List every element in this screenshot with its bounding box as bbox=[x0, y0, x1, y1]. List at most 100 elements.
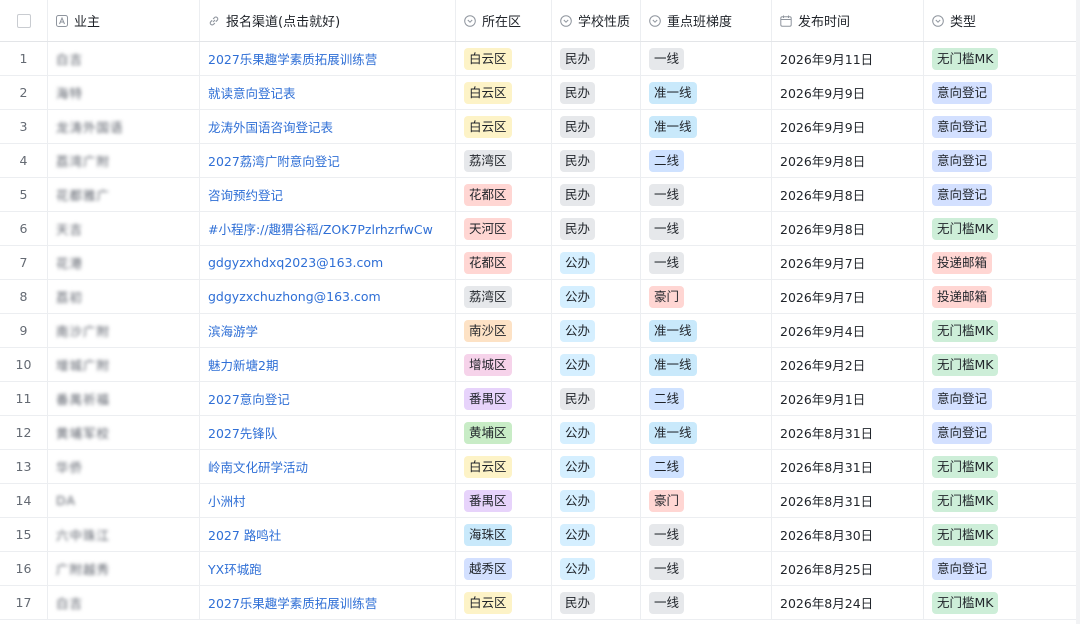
type-cell[interactable]: 无门槛MK bbox=[924, 314, 1080, 347]
type-cell[interactable]: 无门槛MK bbox=[924, 586, 1080, 619]
channel-link[interactable]: gdgyzxchuzhong@163.com bbox=[208, 289, 381, 304]
date-cell[interactable]: 2026年8月31日 bbox=[772, 450, 924, 483]
table-row[interactable]: 7 花港 gdgyzxhdxq2023@163.com 花都区 公办 一线 2026年9月7… bbox=[0, 246, 1080, 280]
type-cell[interactable]: 意向登记 bbox=[924, 382, 1080, 415]
nature-cell[interactable]: 民办 bbox=[552, 42, 641, 75]
owner-cell[interactable]: 荔初 bbox=[48, 280, 200, 313]
channel-link[interactable]: 2027荔湾广附意向登记 bbox=[208, 151, 340, 170]
date-cell[interactable]: 2026年8月31日 bbox=[772, 484, 924, 517]
channel-link[interactable]: #小程序://趣猬谷稻/ZOK7PzlrhzrfwCw bbox=[208, 219, 433, 238]
channel-link[interactable]: 2027 路鸣社 bbox=[208, 525, 281, 544]
type-cell[interactable]: 意向登记 bbox=[924, 110, 1080, 143]
district-cell[interactable]: 海珠区 bbox=[456, 518, 552, 551]
channel-link[interactable]: YX环城跑 bbox=[208, 559, 262, 578]
nature-cell[interactable]: 公办 bbox=[552, 552, 641, 585]
date-cell[interactable]: 2026年9月7日 bbox=[772, 280, 924, 313]
type-cell[interactable]: 投递邮箱 bbox=[924, 280, 1080, 313]
nature-cell[interactable]: 民办 bbox=[552, 144, 641, 177]
nature-cell[interactable]: 公办 bbox=[552, 314, 641, 347]
channel-cell[interactable]: YX环城跑 bbox=[200, 552, 456, 585]
owner-cell[interactable]: 花港 bbox=[48, 246, 200, 279]
tier-cell[interactable]: 一线 bbox=[641, 518, 772, 551]
type-cell[interactable]: 无门槛MK bbox=[924, 450, 1080, 483]
type-cell[interactable]: 意向登记 bbox=[924, 552, 1080, 585]
vertical-scrollbar[interactable] bbox=[1076, 0, 1080, 624]
nature-cell[interactable]: 公办 bbox=[552, 484, 641, 517]
table-row[interactable]: 16 广附越秀 YX环城跑 越秀区 公办 一线 2026年8月25日 意向登记 bbox=[0, 552, 1080, 586]
channel-link[interactable]: 魅力新塘2期 bbox=[208, 355, 278, 374]
owner-cell[interactable]: 荔湾广附 bbox=[48, 144, 200, 177]
district-cell[interactable]: 白云区 bbox=[456, 42, 552, 75]
date-cell[interactable]: 2026年8月25日 bbox=[772, 552, 924, 585]
channel-link[interactable]: 就读意向登记表 bbox=[208, 83, 296, 102]
header-owner[interactable]: 业主 bbox=[48, 0, 200, 41]
tier-cell[interactable]: 一线 bbox=[641, 246, 772, 279]
district-cell[interactable]: 越秀区 bbox=[456, 552, 552, 585]
owner-cell[interactable]: 广附越秀 bbox=[48, 552, 200, 585]
channel-cell[interactable]: 小洲村 bbox=[200, 484, 456, 517]
nature-cell[interactable]: 公办 bbox=[552, 450, 641, 483]
header-type[interactable]: 类型 bbox=[924, 0, 1080, 41]
tier-cell[interactable]: 二线 bbox=[641, 450, 772, 483]
tier-cell[interactable]: 豪门 bbox=[641, 484, 772, 517]
date-cell[interactable]: 2026年8月31日 bbox=[772, 416, 924, 449]
tier-cell[interactable]: 准一线 bbox=[641, 110, 772, 143]
tier-cell[interactable]: 一线 bbox=[641, 178, 772, 211]
nature-cell[interactable]: 民办 bbox=[552, 76, 641, 109]
header-channel[interactable]: 报名渠道(点击就好) bbox=[200, 0, 456, 41]
nature-cell[interactable]: 公办 bbox=[552, 246, 641, 279]
channel-cell[interactable]: 2027意向登记 bbox=[200, 382, 456, 415]
district-cell[interactable]: 增城区 bbox=[456, 348, 552, 381]
date-cell[interactable]: 2026年8月24日 bbox=[772, 586, 924, 619]
owner-cell[interactable]: 黄埔军校 bbox=[48, 416, 200, 449]
type-cell[interactable]: 意向登记 bbox=[924, 76, 1080, 109]
checkbox-icon[interactable] bbox=[16, 13, 31, 28]
district-cell[interactable]: 花都区 bbox=[456, 246, 552, 279]
channel-cell[interactable]: 2027乐果趣学素质拓展训练营 bbox=[200, 42, 456, 75]
date-cell[interactable]: 2026年9月4日 bbox=[772, 314, 924, 347]
tier-cell[interactable]: 准一线 bbox=[641, 416, 772, 449]
owner-cell[interactable]: 天吉 bbox=[48, 212, 200, 245]
district-cell[interactable]: 天河区 bbox=[456, 212, 552, 245]
channel-cell[interactable]: 滨海游学 bbox=[200, 314, 456, 347]
channel-cell[interactable]: 2027先锋队 bbox=[200, 416, 456, 449]
channel-cell[interactable]: 岭南文化研学活动 bbox=[200, 450, 456, 483]
type-cell[interactable]: 无门槛MK bbox=[924, 518, 1080, 551]
tier-cell[interactable]: 准一线 bbox=[641, 348, 772, 381]
table-row[interactable]: 2 海特 就读意向登记表 白云区 民办 准一线 2026年9月9日 意向登记 bbox=[0, 76, 1080, 110]
date-cell[interactable]: 2026年9月9日 bbox=[772, 110, 924, 143]
owner-cell[interactable]: 龙涛外国语 bbox=[48, 110, 200, 143]
date-cell[interactable]: 2026年9月8日 bbox=[772, 212, 924, 245]
channel-cell[interactable]: 咨询预约登记 bbox=[200, 178, 456, 211]
header-date[interactable]: 发布时间 bbox=[772, 0, 924, 41]
type-cell[interactable]: 无门槛MK bbox=[924, 348, 1080, 381]
date-cell[interactable]: 2026年9月11日 bbox=[772, 42, 924, 75]
tier-cell[interactable]: 豪门 bbox=[641, 280, 772, 313]
table-row[interactable]: 17 白吉 2027乐果趣学素质拓展训练营 白云区 民办 一线 2026年8月24日 无门槛M… bbox=[0, 586, 1080, 620]
district-cell[interactable]: 黄埔区 bbox=[456, 416, 552, 449]
district-cell[interactable]: 番禺区 bbox=[456, 484, 552, 517]
owner-cell[interactable]: DA bbox=[48, 484, 200, 517]
owner-cell[interactable]: 南沙广附 bbox=[48, 314, 200, 347]
channel-link[interactable]: 2027先锋队 bbox=[208, 423, 277, 442]
district-cell[interactable]: 白云区 bbox=[456, 76, 552, 109]
tier-cell[interactable]: 一线 bbox=[641, 212, 772, 245]
channel-cell[interactable]: #小程序://趣猬谷稻/ZOK7PzlrhzrfwCw bbox=[200, 212, 456, 245]
table-row[interactable]: 6 天吉 #小程序://趣猬谷稻/ZOK7PzlrhzrfwCw 天河区 民办 一线 202… bbox=[0, 212, 1080, 246]
header-district[interactable]: 所在区 bbox=[456, 0, 552, 41]
table-row[interactable]: 3 龙涛外国语 龙涛外国语咨询登记表 白云区 民办 准一线 2026年9月9日 意向登记 bbox=[0, 110, 1080, 144]
channel-link[interactable]: 2027意向登记 bbox=[208, 389, 290, 408]
header-select-all[interactable] bbox=[0, 0, 48, 41]
nature-cell[interactable]: 民办 bbox=[552, 586, 641, 619]
type-cell[interactable]: 意向登记 bbox=[924, 416, 1080, 449]
table-row[interactable]: 13 华侨 岭南文化研学活动 白云区 公办 二线 2026年8月31日 无门槛MK bbox=[0, 450, 1080, 484]
channel-cell[interactable]: gdgyzxchuzhong@163.com bbox=[200, 280, 456, 313]
table-row[interactable]: 15 六中珠江 2027 路鸣社 海珠区 公办 一线 2026年8月30日 无门槛MK bbox=[0, 518, 1080, 552]
channel-cell[interactable]: 2027 路鸣社 bbox=[200, 518, 456, 551]
table-row[interactable]: 8 荔初 gdgyzxchuzhong@163.com 荔湾区 公办 豪门 2026年9月7… bbox=[0, 280, 1080, 314]
table-row[interactable]: 4 荔湾广附 2027荔湾广附意向登记 荔湾区 民办 二线 2026年9月8日 意向登记 bbox=[0, 144, 1080, 178]
owner-cell[interactable]: 六中珠江 bbox=[48, 518, 200, 551]
channel-cell[interactable]: 龙涛外国语咨询登记表 bbox=[200, 110, 456, 143]
table-row[interactable]: 12 黄埔军校 2027先锋队 黄埔区 公办 准一线 2026年8月31日 意向登记 bbox=[0, 416, 1080, 450]
district-cell[interactable]: 花都区 bbox=[456, 178, 552, 211]
